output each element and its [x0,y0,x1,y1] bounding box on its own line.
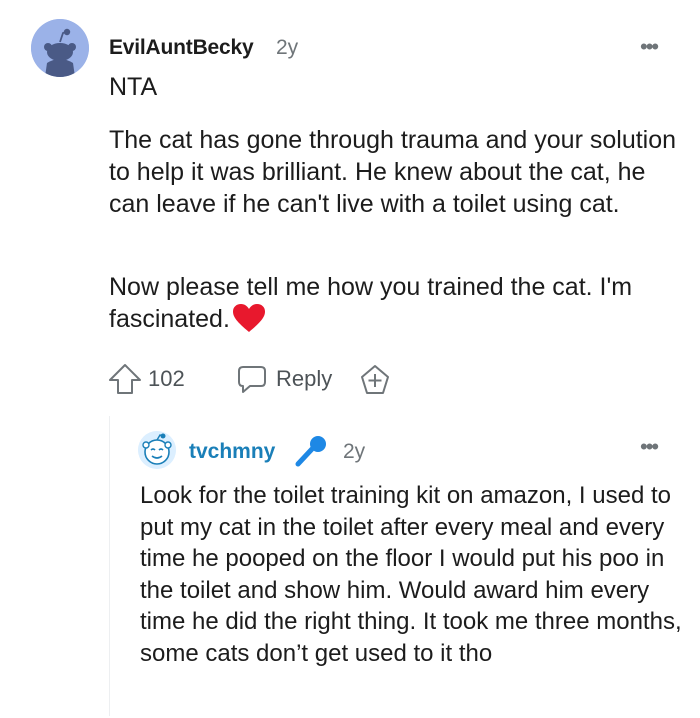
vote-score: 102 [148,366,185,391]
reply-age: 2y [343,440,366,463]
comment-author[interactable]: EvilAuntBecky [109,36,254,60]
award-plus-icon[interactable] [359,364,391,396]
comment-age: 2y [276,36,299,59]
more-options-icon[interactable]: ••• [640,34,659,60]
reply-user-avatar[interactable] [138,431,176,469]
comment-paragraph-2: The cat has gone through trauma and your… [109,126,677,218]
upvote-arrow-icon[interactable] [105,362,145,396]
more-options-icon[interactable]: ••• [640,434,659,460]
reply-label: Reply [276,366,333,391]
speech-bubble-icon [238,366,266,393]
user-avatar[interactable] [31,19,89,77]
reply-body: Look for the toilet training kit on amaz… [140,482,682,667]
microphone-icon [295,436,326,467]
heart-icon [232,304,265,332]
comment-paragraph-3-text: Now please tell me how you trained the c… [109,273,633,333]
snoo-avatar-icon [31,19,89,77]
thread-line[interactable] [109,416,110,716]
reply-button[interactable]: Reply [236,362,332,396]
comment-paragraph-1: NTA [109,73,158,101]
reply-author[interactable]: tvchmny [189,440,275,464]
comment-paragraph-3: Now please tell me how you trained the c… [109,271,684,335]
snoo-avatar-icon [138,431,176,469]
